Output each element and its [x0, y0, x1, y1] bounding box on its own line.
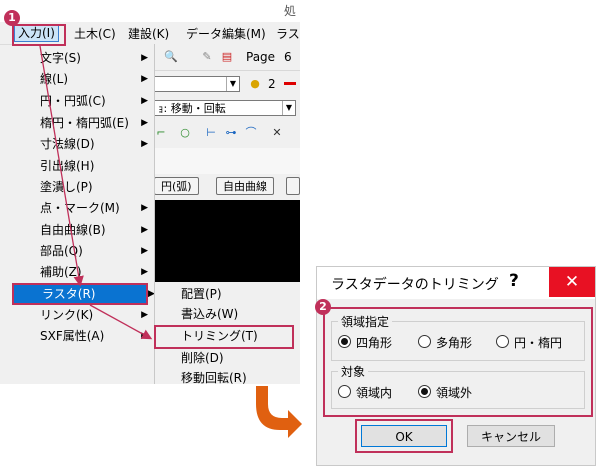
radio-polygon[interactable]: 多角形	[418, 334, 472, 351]
ok-button[interactable]: OK	[361, 425, 447, 447]
dialog-title: ラスタデータのトリミング	[331, 277, 499, 293]
cancel-button[interactable]: キャンセル	[467, 425, 555, 447]
radio-outside[interactable]: 領域外	[418, 384, 472, 401]
radio-dot	[338, 335, 351, 348]
radio-label: 円・楕円	[514, 336, 563, 350]
orange-arrow-icon	[256, 386, 302, 438]
region-group: 領域指定 四角形 多角形 円・楕円	[331, 313, 585, 361]
radio-inside[interactable]: 領域内	[338, 384, 392, 401]
arrow-raster-to-trim	[89, 304, 153, 340]
radio-label: 領域外	[436, 386, 473, 400]
step-marker-2: 2	[315, 299, 331, 315]
radio-label: 多角形	[436, 336, 473, 350]
help-icon[interactable]: ?	[509, 271, 519, 291]
radio-dot	[338, 385, 351, 398]
target-group-label: 対象	[338, 363, 369, 380]
close-button[interactable]: ✕	[549, 267, 595, 297]
radio-circle-ellipse[interactable]: 円・楕円	[496, 334, 562, 351]
radio-dot	[496, 335, 509, 348]
radio-rectangle[interactable]: 四角形	[338, 334, 392, 351]
dialog-title-bar: ラスタデータのトリミング ? ✕	[317, 267, 595, 299]
radio-dot	[418, 385, 431, 398]
radio-dot	[418, 335, 431, 348]
raster-trim-dialog: ラスタデータのトリミング ? ✕ 2 領域指定 四角形 多角形 円・楕円 対象 …	[315, 266, 596, 466]
radio-label: 領域内	[356, 386, 393, 400]
target-group: 対象 領域内 領域外	[331, 363, 585, 409]
arrow-input-to-raster	[39, 45, 84, 287]
region-group-label: 領域指定	[338, 313, 393, 330]
radio-label: 四角形	[356, 336, 393, 350]
